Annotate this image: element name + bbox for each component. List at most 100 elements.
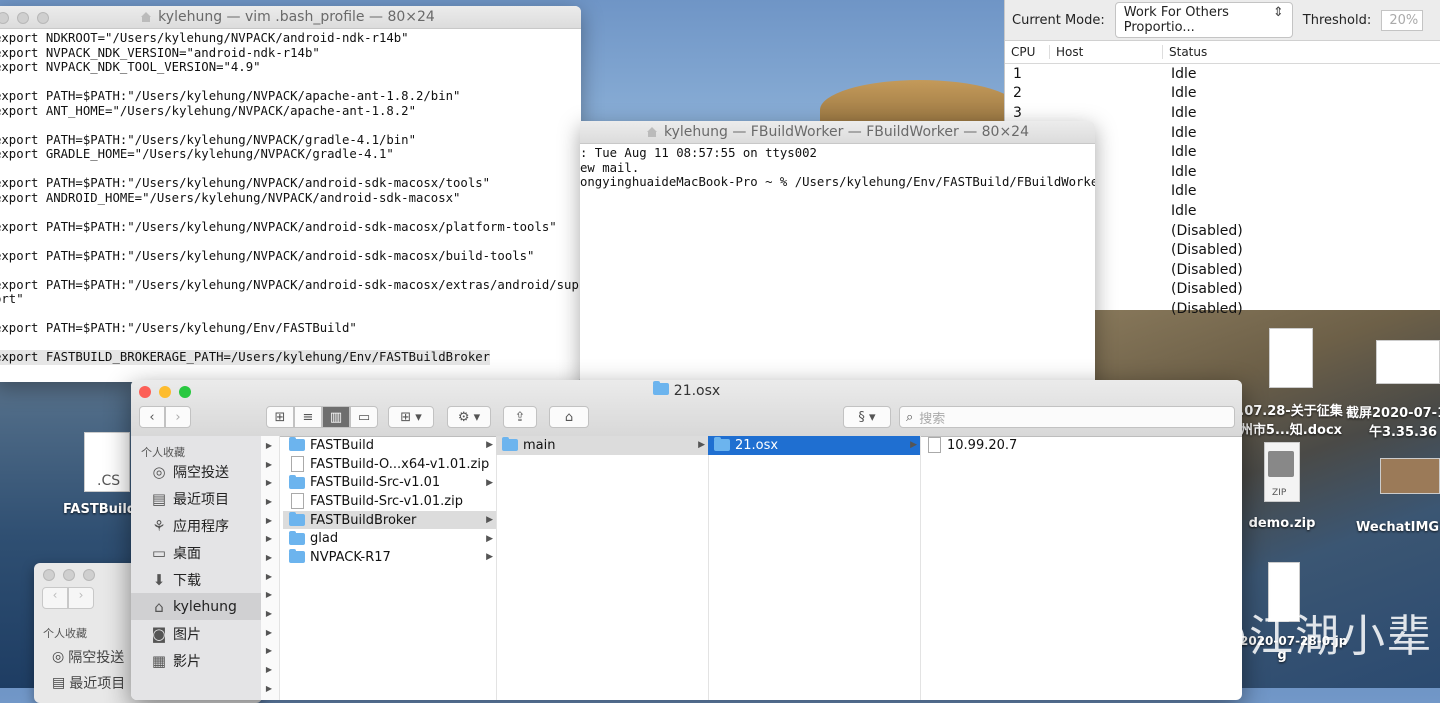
- chevron-updown-icon: ⇕: [1272, 5, 1284, 20]
- disclosure-triangle[interactable]: ▶: [261, 623, 279, 642]
- disclosure-triangle[interactable]: ▶: [261, 548, 279, 567]
- group-button[interactable]: ⊞ ▾: [388, 406, 434, 428]
- window-title: kylehung — FBuildWorker — FBuildWorker —…: [664, 124, 1029, 140]
- monitor-row[interactable]: 2 Idle: [1005, 84, 1440, 104]
- disclosure-triangle[interactable]: ▶: [261, 492, 279, 511]
- folder-icon: [714, 437, 730, 452]
- cpu-cell: 1: [1013, 65, 1022, 82]
- terminal-line: export PATH=$PATH:"/Users/kylehung/NVPAC…: [0, 219, 557, 234]
- disclosure-triangle[interactable]: ▶: [261, 679, 279, 698]
- icon-view-button[interactable]: ⊞: [266, 406, 294, 428]
- disclosure-triangle[interactable]: ▶: [261, 529, 279, 548]
- folder-icon: [502, 437, 518, 452]
- terminal-text[interactable]: : Tue Aug 11 08:57:55 on ttys002 ew mail.…: [580, 144, 1095, 190]
- sidebar-item[interactable]: ⬇ 下载: [131, 566, 261, 593]
- file-row[interactable]: main ▶: [496, 436, 708, 455]
- sidebar-item-label: 下载: [173, 572, 201, 589]
- terminal-line: ew mail.: [580, 160, 640, 175]
- sidebar-item[interactable]: ▭ 桌面: [131, 539, 261, 566]
- disclosure-triangle[interactable]: ▶: [261, 604, 279, 623]
- file-row[interactable]: FASTBuild-Src-v1.01.zip: [283, 492, 496, 511]
- disclosure-triangle[interactable]: ▶: [261, 660, 279, 679]
- sidebar-item[interactable]: ▤ 最近项目: [131, 485, 261, 512]
- mode-select-value: Work For Others Proportio...: [1123, 5, 1229, 35]
- disclosure-triangle[interactable]: ▶: [261, 436, 279, 455]
- desktop-icon-docx[interactable]: .07.28-关于征集 州市5...知.docx: [1236, 328, 1346, 438]
- minimize-button[interactable]: [63, 569, 75, 581]
- share-button[interactable]: ⇪: [503, 406, 537, 428]
- disclosure-triangle[interactable]: ▶: [261, 473, 279, 492]
- back-button[interactable]: ‹: [139, 406, 165, 428]
- disclosure-triangle[interactable]: ▶: [261, 642, 279, 661]
- column-header-cpu[interactable]: CPU: [1005, 45, 1050, 59]
- desktop-icon-wechat[interactable]: WechatIMG7...: [1356, 458, 1440, 535]
- action-gear-button[interactable]: ⚙ ▾: [447, 406, 491, 428]
- forward-button[interactable]: ›: [165, 406, 191, 428]
- forward-button[interactable]: ›: [68, 587, 94, 609]
- sidebar-item[interactable]: ◙ 图片: [131, 620, 261, 647]
- disclosure-triangle[interactable]: ▶: [261, 511, 279, 530]
- browser-column-2: main ▶: [496, 436, 709, 700]
- sidebar-item-airdrop[interactable]: ◎ 隔空投送: [52, 647, 124, 667]
- close-button[interactable]: [0, 12, 9, 24]
- sidebar-item[interactable]: ▦ 影片: [131, 647, 261, 674]
- zoom-button[interactable]: [37, 12, 49, 24]
- column-header-host[interactable]: Host: [1050, 45, 1163, 59]
- sidebar-item[interactable]: ⌂ kylehung: [131, 593, 261, 620]
- column-header-status[interactable]: Status: [1163, 45, 1207, 59]
- disclosure-triangle[interactable]: ▶: [261, 567, 279, 586]
- back-button[interactable]: ‹: [42, 587, 68, 609]
- file-row[interactable]: FASTBuild-O...x64-v1.01.zip: [283, 455, 496, 474]
- terminal-window-vim: kylehung — vim .bash_profile — 80×24 exp…: [0, 6, 581, 382]
- zoom-button[interactable]: [83, 569, 95, 581]
- desktop-icon-label: demo.zip: [1248, 516, 1316, 531]
- column-view-button[interactable]: ▥: [322, 406, 350, 428]
- tag-button[interactable]: ⌂: [549, 406, 589, 428]
- file-name: NVPACK-R17: [310, 549, 391, 565]
- file-row[interactable]: 21.osx ▶: [708, 436, 920, 455]
- status-cell: (Disabled): [1171, 222, 1243, 239]
- file-row[interactable]: 10.99.20.7: [920, 436, 1242, 455]
- monitor-toolbar: Current Mode: Work For Others Proportio.…: [1005, 0, 1440, 41]
- terminal-line: export PATH=$PATH:"/Users/kylehung/NVPAC…: [0, 89, 461, 103]
- file-name: glad: [310, 531, 339, 547]
- list-view-button[interactable]: ≡: [294, 406, 322, 428]
- close-button[interactable]: [43, 569, 55, 581]
- gallery-view-button[interactable]: ▭: [350, 406, 378, 428]
- window-title: 21.osx: [673, 383, 721, 399]
- sidebar-item[interactable]: ◎ 隔空投送: [131, 458, 261, 485]
- mode-select[interactable]: Work For Others Proportio... ⇕: [1114, 2, 1293, 38]
- file-row[interactable]: glad ▶: [283, 529, 496, 548]
- zip-icon: ZIP: [1264, 442, 1300, 502]
- folder-icon: [289, 512, 305, 527]
- browser-column-1: FASTBuild ▶ FASTBuild-O...x64-v1.01.zip FAS…: [283, 436, 497, 700]
- window-titlebar[interactable]: kylehung — vim .bash_profile — 80×24: [0, 6, 581, 29]
- file-row[interactable]: NVPACK-R17 ▶: [283, 548, 496, 567]
- home-icon: [140, 11, 152, 23]
- disclosure-triangle[interactable]: ▶: [261, 586, 279, 605]
- desktop-icon-screenshot[interactable]: 截屏2020-07-1 午3.35.36: [1346, 340, 1440, 440]
- disclosure-triangle[interactable]: ▶: [261, 455, 279, 474]
- sidebar-item[interactable]: ⚘ 应用程序: [131, 512, 261, 539]
- terminal-line: export NDKROOT="/Users/kylehung/NVPACK/a…: [0, 31, 409, 45]
- file-row[interactable]: FASTBuild ▶: [283, 436, 496, 455]
- recents-icon: ▤: [52, 675, 66, 691]
- desktop-icon-demo-zip[interactable]: ZIP demo.zip: [1240, 442, 1324, 531]
- file-row[interactable]: FASTBuildBroker ▶: [283, 510, 496, 530]
- sync-button[interactable]: § ▾: [843, 406, 891, 428]
- image-icon: [1376, 340, 1440, 384]
- share-icon: ⇪: [514, 409, 526, 425]
- file-row[interactable]: FASTBuild-Src-v1.01 ▶: [283, 473, 496, 492]
- sidebar-item-recents[interactable]: ▤ 最近项目: [52, 673, 125, 693]
- monitor-row[interactable]: 3 Idle: [1005, 103, 1440, 123]
- terminal-text[interactable]: export NDKROOT="/Users/kylehung/NVPACK/a…: [0, 29, 581, 365]
- monitor-row[interactable]: 1 Idle: [1005, 64, 1440, 84]
- threshold-input[interactable]: 20%: [1381, 9, 1424, 31]
- terminal-line: ort": [0, 292, 24, 306]
- minimize-button[interactable]: [17, 12, 29, 24]
- window-titlebar[interactable]: kylehung — FBuildWorker — FBuildWorker —…: [580, 121, 1095, 144]
- search-field[interactable]: ⌕ 搜索: [899, 406, 1235, 428]
